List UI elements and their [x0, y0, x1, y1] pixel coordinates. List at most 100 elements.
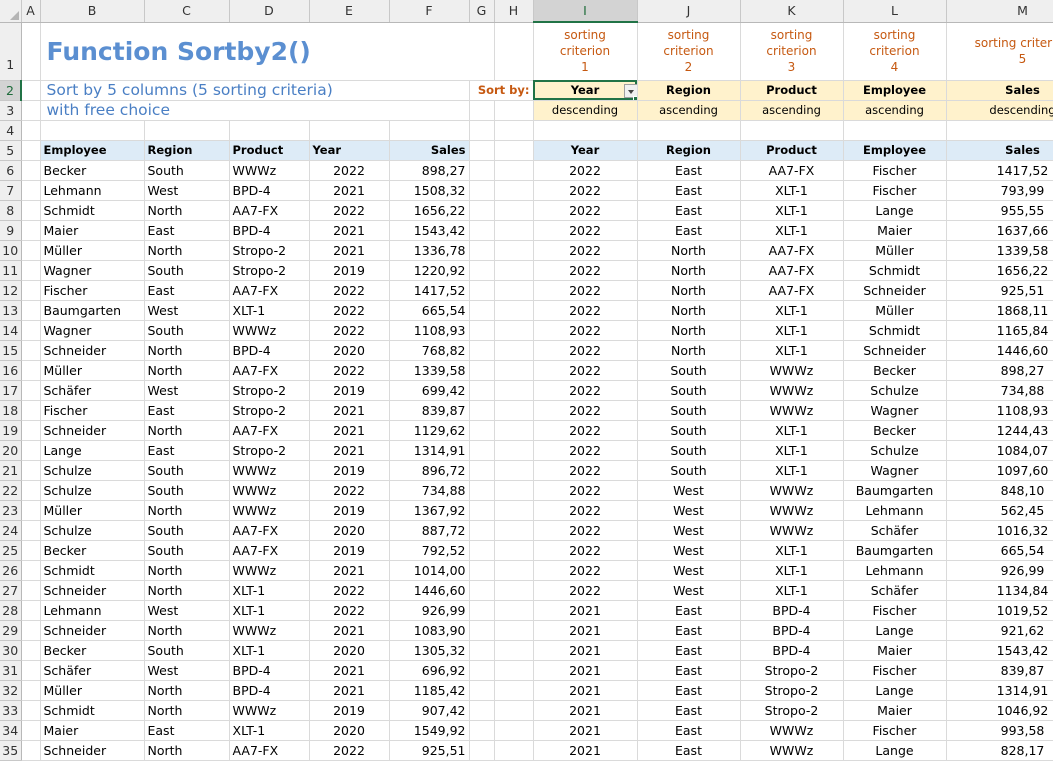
- cell-a29[interactable]: [21, 620, 41, 641]
- result-cell[interactable]: 926,99: [946, 560, 1053, 581]
- result-cell[interactable]: BPD-4: [740, 600, 844, 621]
- source-cell[interactable]: West: [144, 180, 230, 201]
- row-header-33[interactable]: 33: [0, 700, 22, 721]
- cell-a16[interactable]: [21, 360, 41, 381]
- result-cell[interactable]: XLT-1: [740, 560, 844, 581]
- cell-a8[interactable]: [21, 200, 41, 221]
- cell-g20[interactable]: [469, 440, 495, 461]
- source-cell[interactable]: 2022: [309, 740, 390, 761]
- result-cell[interactable]: 2021: [533, 620, 638, 641]
- cell-g32[interactable]: [469, 680, 495, 701]
- cell-h22[interactable]: [494, 480, 534, 501]
- result-cell[interactable]: North: [637, 320, 741, 341]
- cell-a22[interactable]: [21, 480, 41, 501]
- cell-h15[interactable]: [494, 340, 534, 361]
- column-header-m[interactable]: M: [946, 0, 1053, 23]
- sort-order-5-cell[interactable]: descending: [946, 100, 1053, 121]
- cell-a25[interactable]: [21, 540, 41, 561]
- source-cell[interactable]: 1508,32: [389, 180, 470, 201]
- cell-a15[interactable]: [21, 340, 41, 361]
- result-cell[interactable]: Schulze: [843, 440, 947, 461]
- source-cell[interactable]: West: [144, 300, 230, 321]
- source-header-year[interactable]: Year: [309, 140, 390, 161]
- result-cell[interactable]: Müller: [843, 300, 947, 321]
- cell-h33[interactable]: [494, 700, 534, 721]
- result-cell[interactable]: 1446,60: [946, 340, 1053, 361]
- result-cell[interactable]: 2022: [533, 380, 638, 401]
- result-cell[interactable]: South: [637, 460, 741, 481]
- source-cell[interactable]: XLT-1: [229, 580, 310, 601]
- result-cell[interactable]: Schäfer: [843, 580, 947, 601]
- cell-h9[interactable]: [494, 220, 534, 241]
- source-cell[interactable]: 1129,62: [389, 420, 470, 441]
- source-cell[interactable]: Becker: [40, 160, 145, 181]
- result-cell[interactable]: 2022: [533, 460, 638, 481]
- cell-a1[interactable]: [21, 22, 41, 81]
- cell-a32[interactable]: [21, 680, 41, 701]
- result-cell[interactable]: Maier: [843, 640, 947, 661]
- source-cell[interactable]: 1336,78: [389, 240, 470, 261]
- result-cell[interactable]: West: [637, 560, 741, 581]
- source-cell[interactable]: North: [144, 580, 230, 601]
- source-cell[interactable]: 1339,58: [389, 360, 470, 381]
- source-cell[interactable]: 696,92: [389, 660, 470, 681]
- cell-g8[interactable]: [469, 200, 495, 221]
- cell-g13[interactable]: [469, 300, 495, 321]
- cell-g27[interactable]: [469, 580, 495, 601]
- source-cell[interactable]: 2022: [309, 200, 390, 221]
- result-cell[interactable]: 1339,58: [946, 240, 1053, 261]
- source-cell[interactable]: 2021: [309, 620, 390, 641]
- sort-field-4-cell[interactable]: Employee: [843, 80, 947, 101]
- source-cell[interactable]: 2020: [309, 640, 390, 661]
- result-cell[interactable]: North: [637, 280, 741, 301]
- source-cell[interactable]: North: [144, 420, 230, 441]
- cell-g12[interactable]: [469, 280, 495, 301]
- cell-g11[interactable]: [469, 260, 495, 281]
- result-cell[interactable]: XLT-1: [740, 440, 844, 461]
- cell-a30[interactable]: [21, 640, 41, 661]
- result-cell[interactable]: XLT-1: [740, 200, 844, 221]
- cell-h27[interactable]: [494, 580, 534, 601]
- result-cell[interactable]: XLT-1: [740, 180, 844, 201]
- source-cell[interactable]: Stropo-2: [229, 240, 310, 261]
- result-cell[interactable]: XLT-1: [740, 300, 844, 321]
- cell-a12[interactable]: [21, 280, 41, 301]
- result-cell[interactable]: 2022: [533, 320, 638, 341]
- result-cell[interactable]: 848,10: [946, 480, 1053, 501]
- source-cell[interactable]: 2022: [309, 320, 390, 341]
- result-cell[interactable]: West: [637, 500, 741, 521]
- result-cell[interactable]: 1046,92: [946, 700, 1053, 721]
- source-cell[interactable]: Schneider: [40, 340, 145, 361]
- row-header-28[interactable]: 28: [0, 600, 22, 621]
- result-cell[interactable]: WWWz: [740, 520, 844, 541]
- result-cell[interactable]: 2021: [533, 660, 638, 681]
- column-header-j[interactable]: J: [637, 0, 741, 23]
- result-cell[interactable]: Wagner: [843, 400, 947, 421]
- cell-h30[interactable]: [494, 640, 534, 661]
- result-cell[interactable]: 1016,32: [946, 520, 1053, 541]
- row-header-21[interactable]: 21: [0, 460, 22, 481]
- source-cell[interactable]: North: [144, 620, 230, 641]
- cell-a5[interactable]: [21, 140, 41, 161]
- source-header-sales[interactable]: Sales: [389, 140, 470, 161]
- source-cell[interactable]: 2022: [309, 300, 390, 321]
- result-cell[interactable]: BPD-4: [740, 620, 844, 641]
- cell-g31[interactable]: [469, 660, 495, 681]
- source-cell[interactable]: AA7-FX: [229, 520, 310, 541]
- result-cell[interactable]: XLT-1: [740, 420, 844, 441]
- source-cell[interactable]: 2022: [309, 480, 390, 501]
- result-cell[interactable]: 2021: [533, 720, 638, 741]
- subtitle-line-1[interactable]: Sort by 5 columns (5 sorting criteria): [40, 80, 470, 101]
- result-cell[interactable]: Baumgarten: [843, 480, 947, 501]
- cell-g23[interactable]: [469, 500, 495, 521]
- fill-handle[interactable]: [632, 95, 636, 99]
- cell-a33[interactable]: [21, 700, 41, 721]
- source-cell[interactable]: Stropo-2: [229, 260, 310, 281]
- result-cell[interactable]: North: [637, 240, 741, 261]
- source-cell[interactable]: Schmidt: [40, 200, 145, 221]
- source-cell[interactable]: AA7-FX: [229, 200, 310, 221]
- source-cell[interactable]: Müller: [40, 500, 145, 521]
- source-header-region[interactable]: Region: [144, 140, 230, 161]
- result-cell[interactable]: West: [637, 480, 741, 501]
- result-cell[interactable]: 1314,91: [946, 680, 1053, 701]
